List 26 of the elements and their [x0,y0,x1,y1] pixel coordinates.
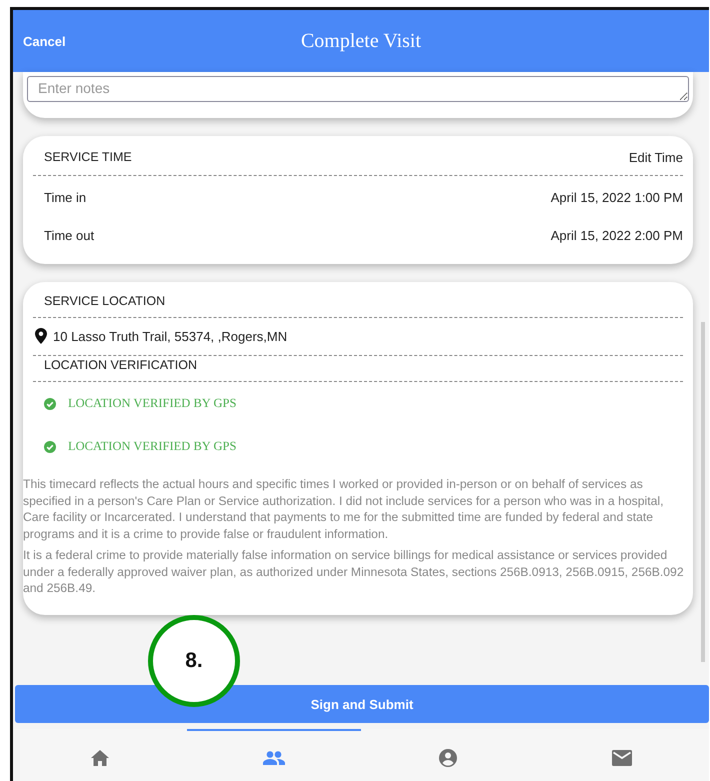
people-icon [263,750,285,764]
notes-field[interactable]: Enter notes [27,76,689,102]
screen-title: Complete Visit [300,30,422,52]
address-text: 10 Lasso Truth Trail, 55374, ,Rogers,MN [53,329,288,344]
disclaimer-text: It is a federal crime to provide materially false information on service billings for medical assistance or services provided under a federally approved waiver plan, as authorized under Minnesota States, sections 256B.0913, 256B.0915, 256B.092 and 256B.49. [23,547,685,596]
check-circle-icon [44,398,56,410]
section-heading: SERVICE LOCATION [43,293,166,310]
disclaimer-text: This timecard reflects the actual hours and specific times I worked or provided in-person or on behalf of services as specified in a person's Care Plan or Service authorization. I did not include services for a person who was in a hospital, Care facility or Incarcerated. I understand that payments to me for the submitted time are funded by federal and state programs and it is a crime to provide false or fraudulent information. [23,476,664,542]
edit-time-link[interactable]: Edit Time [628,150,683,165]
step-number-callout: 8. [148,615,240,707]
map-pin-icon [35,328,47,344]
account-icon [439,748,457,766]
mail-icon [612,750,632,766]
home-icon [91,750,109,766]
section-heading: SERVICE TIME [44,150,132,165]
check-circle-icon [44,440,56,452]
sign-and-submit-button[interactable]: Sign and Submit [15,685,709,723]
scrollbar-thumb[interactable] [701,322,705,662]
time-value: April 15, 2022 2:00 PM [550,228,683,243]
section-heading: LOCATION VERIFICATION [43,357,198,374]
time-label: Time in [44,190,86,205]
cancel-button[interactable]: Cancel [13,34,76,48]
time-value: April 15, 2022 1:00 PM [550,190,683,205]
verification-status: LOCATION VERIFIED BY GPS [68,396,236,411]
time-label: Time out [44,228,94,243]
verification-status: LOCATION VERIFIED BY GPS [68,439,236,454]
